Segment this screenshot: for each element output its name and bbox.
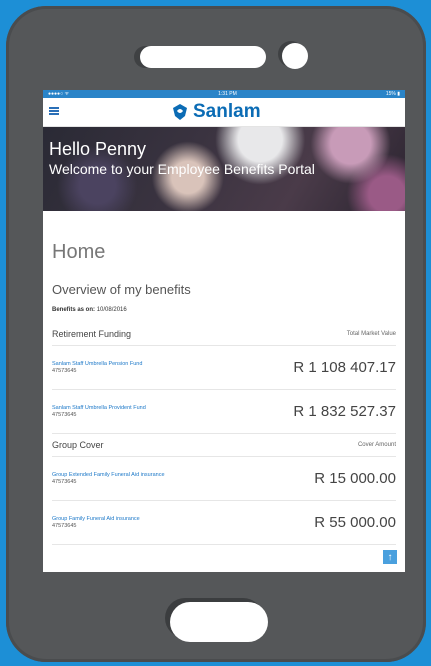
section-title: Group Cover xyxy=(52,440,104,450)
phone-home-button[interactable] xyxy=(170,602,268,642)
section-header: Retirement Funding Total Market Value xyxy=(52,323,396,346)
phone-speaker xyxy=(140,46,266,68)
section-group-cover: Group Cover Cover Amount Group Extended … xyxy=(52,434,396,545)
benefits-as-on: Benefits as on: 10/08/2016 xyxy=(52,307,396,313)
phone-camera xyxy=(282,43,308,69)
carrier-signal: ●●●●○ ᯤ xyxy=(48,91,70,97)
policy-number: 47573645 xyxy=(52,479,77,485)
overview-heading: Overview of my benefits xyxy=(52,282,191,297)
section-title: Retirement Funding xyxy=(52,329,132,339)
benefit-row: Sanlam Staff Umbrella Pension Fund 47573… xyxy=(52,346,396,390)
benefits-as-on-date: 10/08/2016 xyxy=(96,307,127,313)
brand-logo: Sanlam xyxy=(171,101,261,123)
app-header: Sanlam xyxy=(43,98,405,127)
section-retirement-funding: Retirement Funding Total Market Value Sa… xyxy=(52,323,396,434)
policy-number: 47573645 xyxy=(52,368,77,374)
benefit-row: Sanlam Staff Umbrella Provident Fund 475… xyxy=(52,390,396,434)
benefit-value: R 55 000.00 xyxy=(314,514,396,531)
hamburger-icon[interactable] xyxy=(49,107,59,115)
policy-number: 47573645 xyxy=(52,523,77,529)
benefit-value: R 15 000.00 xyxy=(314,470,396,487)
benefit-link[interactable]: Sanlam Staff Umbrella Pension Fund xyxy=(52,361,142,367)
benefit-row: Group Family Funeral Aid insurance 47573… xyxy=(52,501,396,545)
benefit-link[interactable]: Group Family Funeral Aid insurance xyxy=(52,516,140,522)
status-time: 1:31 PM xyxy=(218,91,237,97)
sanlam-shield-icon xyxy=(173,104,187,120)
greeting: Hello Penny xyxy=(49,139,147,159)
page-title: Home xyxy=(52,241,106,263)
battery-indicator: 15% ▮ xyxy=(385,91,400,97)
benefit-link[interactable]: Group Extended Family Funeral Aid insura… xyxy=(52,472,165,478)
brand-name: Sanlam xyxy=(193,101,261,122)
benefit-row: Group Extended Family Funeral Aid insura… xyxy=(52,457,396,501)
app-screen: ●●●●○ ᯤ 1:31 PM 15% ▮ Sanlam Hello Penny… xyxy=(43,90,405,572)
arrow-up-icon[interactable]: ↑ xyxy=(383,550,397,564)
benefit-value: R 1 832 527.37 xyxy=(293,403,396,420)
section-column-label: Cover Amount xyxy=(357,442,396,448)
status-bar: ●●●●○ ᯤ 1:31 PM 15% ▮ xyxy=(43,90,405,98)
section-column-label: Total Market Value xyxy=(346,331,396,337)
policy-number: 47573645 xyxy=(52,412,77,418)
benefit-link[interactable]: Sanlam Staff Umbrella Provident Fund xyxy=(52,405,146,411)
section-header: Group Cover Cover Amount xyxy=(52,434,396,457)
main-content: Home Overview of my benefits Benefits as… xyxy=(43,241,405,545)
welcome-text: Welcome to your Employee Benefits Portal xyxy=(49,161,315,177)
benefits-as-on-label: Benefits as on: xyxy=(52,307,96,313)
hero-banner: Hello Penny Welcome to your Employee Ben… xyxy=(43,127,405,211)
benefit-value: R 1 108 407.17 xyxy=(293,359,396,376)
